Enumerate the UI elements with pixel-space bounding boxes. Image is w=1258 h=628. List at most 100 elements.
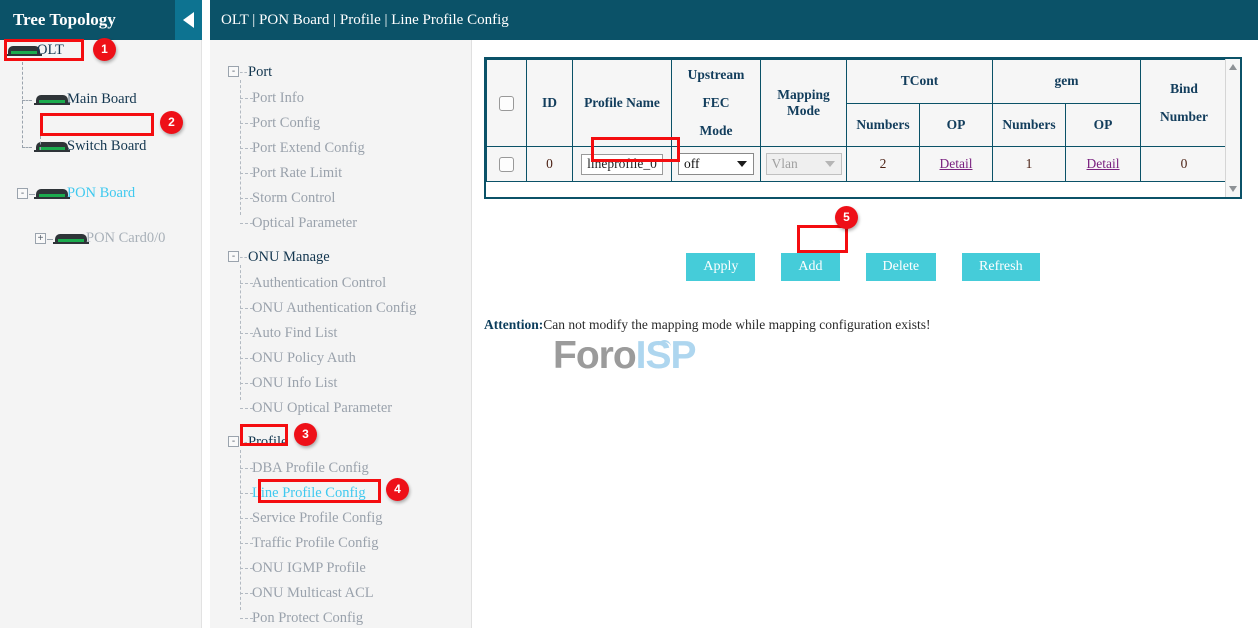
attention-prefix: Attention: [484, 317, 543, 332]
menu-item-label: Service Profile Config [252, 510, 382, 526]
attention-text: Can not modify the mapping mode while ma… [543, 317, 930, 332]
menu-item-service-profile-config[interactable]: Service Profile Config [252, 510, 382, 527]
sidebar-node-pon-card[interactable]: + PON Card0/0 [0, 228, 202, 251]
menu-item-label: ONU Policy Auth [252, 350, 356, 366]
upstream-fec-mode-select[interactable]: off [678, 153, 754, 175]
menu-item-label: Pon Protect Config [252, 610, 363, 626]
menu-item-label: Port Config [252, 115, 320, 131]
menu-item-label: Optical Parameter [252, 215, 357, 231]
sidebar-node-label: Switch Board [67, 138, 146, 155]
menu-item-storm-control[interactable]: Storm Control [252, 190, 335, 207]
cell-bind-number: 0 [1141, 147, 1228, 182]
menu-item-label: Line Profile Config [252, 485, 366, 501]
menu-item-label: ONU Info List [252, 375, 337, 391]
menu-item-label: Port Rate Limit [252, 165, 342, 181]
collapse-toggle-icon[interactable]: - [17, 188, 28, 199]
annotation-badge-4: 4 [386, 478, 409, 501]
annotation-badge-1: 1 [93, 38, 116, 61]
cell-upstream-fec-mode[interactable]: off [672, 147, 761, 182]
mapping-mode-select: Vlan [766, 153, 842, 175]
collapse-toggle-icon[interactable]: - [228, 66, 239, 77]
sidebar-node-switch-board[interactable]: Switch Board [0, 136, 202, 159]
menu-item-onu-authentication-config[interactable]: ONU Authentication Config [252, 300, 416, 317]
add-button[interactable]: Add [781, 253, 839, 281]
menu-item-port-rate-limit[interactable]: Port Rate Limit [252, 165, 342, 182]
chevron-down-icon [737, 161, 747, 167]
header-tcont-op: OP [920, 103, 993, 147]
menu-item-authentication-control[interactable]: Authentication Control [252, 275, 386, 292]
cell-tcont-numbers: 2 [847, 147, 920, 182]
row-select-cell[interactable] [487, 147, 527, 182]
menu-item-label: ONU Authentication Config [252, 300, 416, 316]
menu-item-label: Auto Find List [252, 325, 337, 341]
cell-mapping-mode: Vlan [761, 147, 847, 182]
refresh-button[interactable]: Refresh [962, 253, 1040, 281]
collapse-toggle-icon[interactable]: - [228, 251, 239, 262]
upstream-fec-mode-value: off [684, 156, 700, 171]
triangle-down-icon[interactable] [1229, 186, 1237, 192]
main-content: ID Profile Name Upstream FEC Mode Mappin… [473, 40, 1258, 628]
annotation-badge-3: 3 [294, 423, 317, 446]
sidebar-node-main-board[interactable]: Main Board [0, 89, 202, 112]
collapse-toggle-icon[interactable]: - [228, 436, 239, 447]
cell-tcont-op[interactable]: Detail [920, 147, 993, 182]
menu-item-label: ONU IGMP Profile [252, 560, 366, 576]
chevron-left-icon[interactable] [175, 0, 202, 40]
table-header-row-1: ID Profile Name Upstream FEC Mode Mappin… [487, 60, 1228, 104]
menu-item-dba-profile-config[interactable]: DBA Profile Config [252, 460, 369, 477]
menu-item-onu-igmp-profile[interactable]: ONU IGMP Profile [252, 560, 366, 577]
header-gem: gem [993, 60, 1141, 104]
delete-button[interactable]: Delete [866, 253, 937, 281]
tree-connector [40, 136, 41, 150]
select-all-checkbox[interactable] [499, 96, 514, 111]
menu-group-label: Port [248, 64, 272, 81]
line-profile-table-container: ID Profile Name Upstream FEC Mode Mappin… [484, 57, 1242, 199]
menu-item-onu-info-list[interactable]: ONU Info List [252, 375, 337, 392]
tree-connector [240, 450, 241, 610]
sidebar-node-pon-board[interactable]: - PON Board [0, 183, 202, 206]
menu-item-port-extend-config[interactable]: Port Extend Config [252, 140, 365, 157]
menu-item-line-profile-config[interactable]: Line Profile Config [252, 485, 366, 502]
menu-item-port-info[interactable]: Port Info [252, 90, 304, 107]
menu-item-label: ONU Optical Parameter [252, 400, 392, 416]
menu-item-label: Authentication Control [252, 275, 386, 291]
tcont-detail-link[interactable]: Detail [940, 156, 973, 171]
device-icon [55, 234, 87, 245]
expand-toggle-icon[interactable]: + [35, 233, 46, 244]
header-mapping-mode: Mapping Mode [761, 60, 847, 147]
device-icon [8, 46, 40, 57]
menu-item-optical-parameter[interactable]: Optical Parameter [252, 215, 357, 232]
breadcrumb: OLT | PON Board | Profile | Line Profile… [210, 0, 1258, 40]
tree-topology-panel: Tree Topology OLT Main Board [0, 0, 202, 628]
menu-item-onu-multicast-acl[interactable]: ONU Multicast ACL [252, 585, 374, 602]
cell-gem-numbers: 1 [993, 147, 1066, 182]
line-profile-table: ID Profile Name Upstream FEC Mode Mappin… [486, 59, 1228, 182]
menu-item-onu-optical-parameter[interactable]: ONU Optical Parameter [252, 400, 392, 417]
menu-item-auto-find-list[interactable]: Auto Find List [252, 325, 337, 342]
triangle-up-icon[interactable] [1229, 64, 1237, 70]
profile-name-input[interactable] [581, 154, 663, 175]
row-checkbox[interactable] [499, 157, 514, 172]
menu-group-label: ONU Manage [248, 249, 330, 266]
menu-item-onu-policy-auth[interactable]: ONU Policy Auth [252, 350, 356, 367]
header-tcont-numbers: Numbers [847, 103, 920, 147]
wifi-arc-icon [658, 340, 671, 347]
select-all-header [487, 60, 527, 147]
apply-button[interactable]: Apply [686, 253, 755, 281]
action-button-row: Apply Add Delete Refresh [484, 253, 1242, 281]
cell-gem-op[interactable]: Detail [1066, 147, 1141, 182]
cell-profile-name[interactable] [573, 147, 672, 182]
sidebar-node-label: PON Board [67, 185, 135, 202]
header-tcont: TCont [847, 60, 993, 104]
menu-item-port-config[interactable]: Port Config [252, 115, 320, 132]
menu-tree-panel: - Port Port Info Port Config Port Extend… [210, 40, 472, 628]
menu-item-pon-protect-config[interactable]: Pon Protect Config [252, 610, 363, 627]
table-scrollbar[interactable] [1225, 59, 1240, 197]
table-row[interactable]: 0 off Vlan [487, 147, 1228, 182]
sidebar-node-label: OLT [37, 42, 64, 59]
menu-item-label: Port Extend Config [252, 140, 365, 156]
menu-item-traffic-profile-config[interactable]: Traffic Profile Config [252, 535, 378, 552]
sidebar-node-label: PON Card0/0 [86, 230, 165, 247]
header-bind-line2: Number [1142, 103, 1226, 131]
gem-detail-link[interactable]: Detail [1087, 156, 1120, 171]
